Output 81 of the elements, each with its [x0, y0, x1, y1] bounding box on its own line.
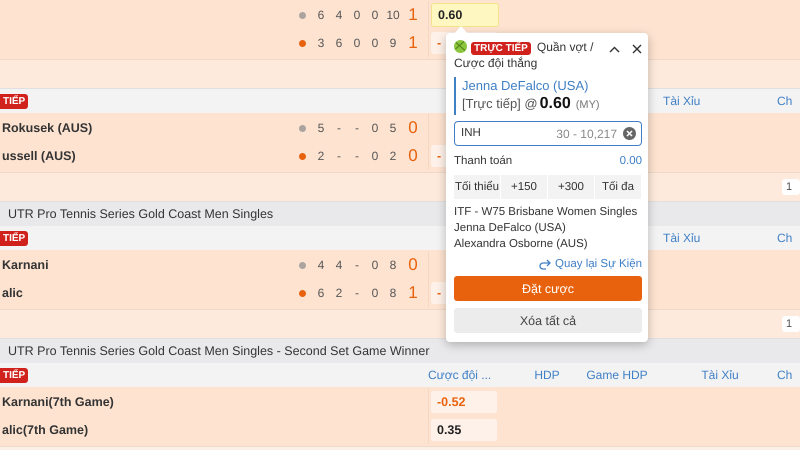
- score: 6: [316, 8, 326, 22]
- count-badge: 1: [782, 179, 800, 195]
- score: 8: [388, 258, 398, 272]
- collapse-icon: [609, 46, 620, 52]
- odds-button[interactable]: -0.52: [431, 391, 497, 413]
- place-bet-button[interactable]: Đặt cược: [454, 276, 642, 301]
- player-name: ussell (AUS): [1, 149, 77, 163]
- live-badge: TIẾP: [0, 94, 28, 108]
- score: 5: [388, 121, 398, 135]
- column-header[interactable]: Tài Xỉu: [663, 231, 777, 245]
- clear-all-button[interactable]: Xóa tất cả: [454, 308, 642, 333]
- score: 6: [334, 36, 344, 50]
- score: 3: [316, 36, 326, 50]
- close-icon: [632, 44, 642, 54]
- score: -: [354, 258, 360, 272]
- set-score: 1: [407, 5, 419, 25]
- score: 6: [316, 286, 326, 300]
- price-label: [Trực tiếp] @: [462, 96, 538, 111]
- score: 0: [370, 149, 380, 163]
- score: 8: [388, 286, 398, 300]
- score: 4: [316, 258, 326, 272]
- column-header[interactable]: Tài Xỉu: [663, 94, 777, 108]
- payout-label: Thanh toán: [454, 155, 512, 167]
- score: -: [336, 121, 342, 135]
- set-score: 0: [407, 146, 419, 166]
- column-header[interactable]: Tài Xỉu: [663, 368, 777, 382]
- score: 0: [370, 8, 380, 22]
- score: -: [354, 149, 360, 163]
- count-badge: 1: [782, 316, 800, 332]
- event-info: ITF - W75 Brisbane Women Singles: [454, 205, 638, 220]
- column-header[interactable]: HDP: [523, 368, 571, 382]
- score: 4: [334, 258, 344, 272]
- price-value: 0.60: [540, 95, 571, 112]
- column-header[interactable]: Cược đội ...: [428, 368, 523, 382]
- score: 2: [388, 149, 398, 163]
- score: 0: [352, 8, 362, 22]
- live-badge: TIẾP: [0, 230, 28, 246]
- market-label: Cược đội thắng: [454, 56, 538, 71]
- score: 4: [334, 8, 344, 22]
- score: 2: [334, 286, 344, 300]
- column-header[interactable]: Ch: [777, 231, 800, 245]
- column-header[interactable]: Game HDP: [571, 368, 663, 382]
- score: 0: [352, 36, 362, 50]
- section-title: UTR Pro Tennis Series Gold Coast Men Singles - Second Set Game Winner: [0, 339, 800, 363]
- score: 2: [316, 149, 326, 163]
- redo-arrow-icon: [539, 258, 552, 270]
- event-info: Alexandra Osborne (AUS): [454, 237, 589, 252]
- score: 0: [370, 36, 380, 50]
- player-name: Rokusek (AUS): [1, 121, 94, 135]
- tennis-ball-icon: [454, 40, 467, 53]
- player-name: alic: [1, 286, 24, 300]
- live-badge: TIẾP: [0, 368, 28, 382]
- score: 10: [385, 8, 401, 22]
- set-score: 1: [407, 33, 419, 53]
- sport-label: Quần vợt /: [536, 40, 594, 54]
- player-name: Karnani: [1, 258, 50, 272]
- player-name: alic(7th Game): [1, 423, 90, 437]
- score: 9: [388, 36, 398, 50]
- score: 0: [370, 121, 380, 135]
- odds-button[interactable]: 0.35: [431, 419, 497, 441]
- currency-label: INH: [461, 127, 481, 139]
- column-header[interactable]: Ch: [777, 94, 800, 108]
- set-score: 0: [407, 118, 419, 138]
- odds-button[interactable]: 0.60: [431, 3, 499, 27]
- column-header[interactable]: Ch: [777, 368, 800, 382]
- selection-name: Jenna DeFalco (USA): [462, 77, 590, 94]
- set-score: 0: [407, 255, 419, 275]
- score: 5: [316, 121, 326, 135]
- score: -: [354, 121, 360, 135]
- score: 0: [370, 286, 380, 300]
- quick-amount-button[interactable]: Tối thiểu: [454, 175, 501, 199]
- score: -: [336, 149, 342, 163]
- clear-icon: [623, 127, 636, 140]
- odds-type: (MY): [576, 99, 600, 111]
- score: -: [354, 286, 360, 300]
- set-score: 1: [407, 283, 419, 303]
- live-badge: TRỰC TIẾP: [471, 42, 531, 55]
- payout-value: 0.00: [620, 155, 642, 167]
- back-link[interactable]: Quay lại Sự Kiện: [454, 258, 642, 270]
- player-name: Karnani(7th Game): [1, 395, 115, 409]
- score: 0: [370, 258, 380, 272]
